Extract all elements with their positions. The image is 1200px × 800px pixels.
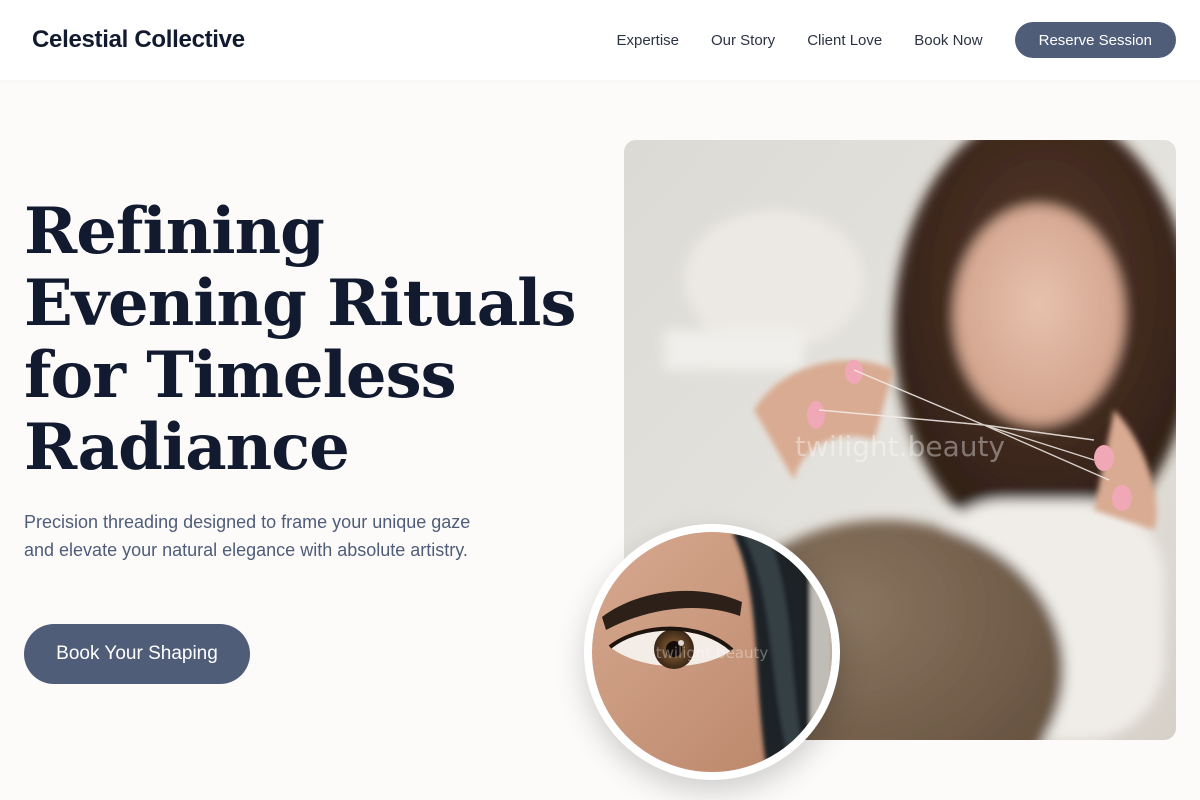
hero-title-line: Refining: [24, 194, 325, 269]
hero-subtitle: Precision threading designed to frame yo…: [24, 512, 471, 560]
hero-title-line: Radiance: [24, 410, 350, 485]
eyebrow-closeup-photo: twilight.beauty: [584, 524, 840, 780]
nav-link-expertise[interactable]: Expertise: [616, 32, 679, 49]
hero-title: Refining Evening Rituals for Timeless Ra…: [24, 196, 584, 484]
nav-link-book-now[interactable]: Book Now: [914, 32, 982, 49]
brand-logo[interactable]: Celestial Collective: [32, 26, 245, 54]
book-your-shaping-button[interactable]: Book Your Shaping: [24, 624, 250, 684]
nav-link-our-story[interactable]: Our Story: [711, 32, 775, 49]
main-nav: Expertise Our Story Client Love Book Now…: [584, 22, 1176, 58]
nav-link-client-love[interactable]: Client Love: [807, 32, 882, 49]
site-header: Celestial Collective Expertise Our Story…: [0, 0, 1200, 80]
hero-title-line: Evening Rituals: [24, 266, 576, 341]
hero-title-line: for Timeless: [24, 338, 457, 413]
eyebrow-closeup-image: twilight.beauty: [592, 532, 832, 772]
reserve-session-button[interactable]: Reserve Session: [1014, 22, 1176, 58]
